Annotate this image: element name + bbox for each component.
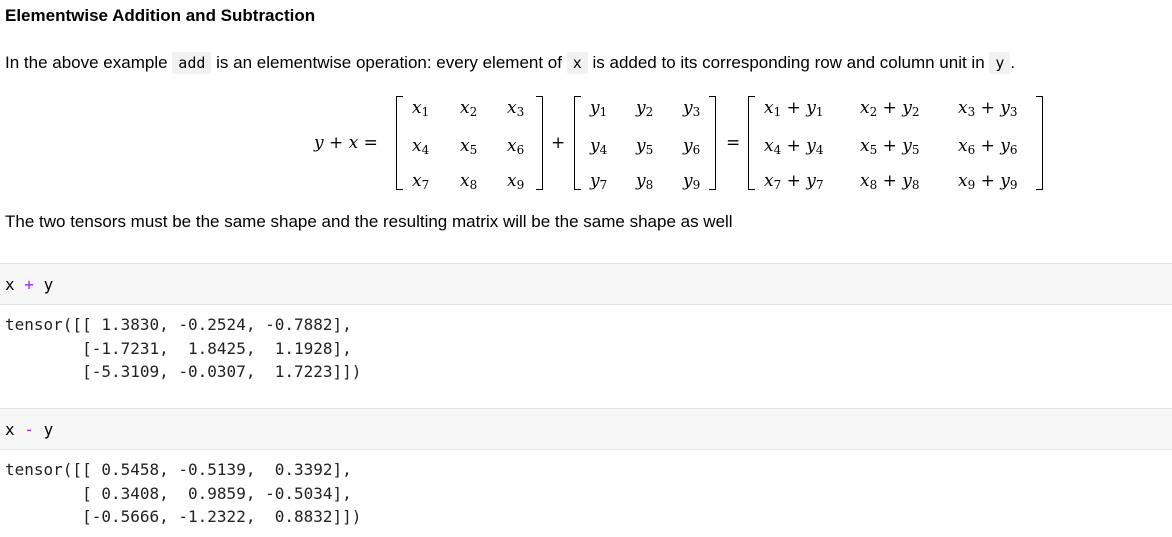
matrix-cell: y9: [683, 171, 701, 192]
matrix-cell: x4: [412, 136, 430, 157]
addition-equation: y + x = x1 x2 x3 x4 x5 x6 x7 x8 x9 + y1 …: [0, 92, 1172, 192]
matrix-cell: x4 + y4: [764, 136, 824, 157]
matrix-cell: y8: [636, 171, 654, 192]
sum-matrix-right-bracket: [1036, 96, 1043, 190]
code-operand-left: x: [5, 420, 15, 439]
output-line: tensor([[ 0.5458, -0.5139, 0.3392],: [5, 460, 352, 479]
matrix-cell: x7 + y7: [764, 171, 824, 192]
matrix-cell: x1 + y1: [764, 98, 824, 119]
output-line: [-5.3109, -0.0307, 1.7223]]): [5, 362, 362, 381]
matrix-cell: y7: [590, 171, 608, 192]
matrix-cell: x9 + y9: [958, 171, 1018, 192]
intro-text-before: In the above example: [5, 53, 168, 72]
code-cell-input-add[interactable]: x + y: [0, 263, 1172, 305]
equation-lhs: y + x =: [314, 133, 378, 153]
matrix-cell: y5: [636, 136, 654, 157]
matrix-cell: x8 + y8: [860, 171, 920, 192]
matrix-cell: x2 + y2: [860, 98, 920, 119]
sum-matrix-left-bracket: [748, 96, 755, 190]
code-cell-input-subtract[interactable]: x - y: [0, 408, 1172, 450]
matrix-cell: x6: [507, 136, 525, 157]
inline-code-x: x: [566, 52, 588, 74]
matrix-cell: x3: [507, 98, 525, 119]
matrix-cell: x7: [412, 171, 430, 192]
output-line: [ 0.3408, 0.9859, -0.5034],: [5, 483, 352, 503]
inline-code-y: y: [989, 52, 1011, 74]
section-heading: Elementwise Addition and Subtraction: [5, 6, 316, 25]
code-operand-right: y: [43, 275, 54, 294]
matrix-cell: y6: [683, 136, 701, 157]
code-operand-right: y: [43, 420, 54, 439]
matrix-cell: y3: [683, 98, 701, 119]
intro-text-after: is added to its corresponding row and co…: [592, 53, 985, 72]
matrix-cell: x5: [460, 136, 478, 157]
intro-paragraph: In the above example add is an elementwi…: [5, 52, 1016, 74]
code-operator: +: [24, 275, 34, 294]
matrix-cell: x8: [460, 171, 478, 192]
intro-text-end: .: [1010, 53, 1016, 72]
shape-note-paragraph: The two tensors must be the same shape a…: [5, 212, 733, 231]
code-operand-left: x: [5, 275, 15, 294]
matrix-cell: x3 + y3: [958, 98, 1018, 119]
matrix-cell: x2: [460, 98, 478, 119]
code-cell-output-subtract: tensor([[ 0.5458, -0.5139, 0.3392], [ 0.…: [5, 458, 361, 529]
equals-sign: =: [726, 133, 741, 153]
output-line: tensor([[ 1.3830, -0.2524, -0.7882],: [5, 315, 352, 334]
matrix-cell: x5 + y5: [860, 136, 920, 157]
plus-sign: +: [551, 133, 566, 153]
code-expression[interactable]: x - y: [5, 420, 53, 439]
output-line: [-1.7231, 1.8425, 1.1928],: [5, 338, 352, 358]
y-matrix-left-bracket: [574, 96, 581, 190]
matrix-cell: x6 + y6: [958, 136, 1018, 157]
code-expression[interactable]: x + y: [5, 275, 53, 294]
code-cell-output-add: tensor([[ 1.3830, -0.2524, -0.7882], [-1…: [5, 313, 361, 384]
x-matrix-left-bracket: [396, 96, 403, 190]
matrix-cell: x1: [412, 98, 430, 119]
matrix-cell: y4: [590, 136, 608, 157]
matrix-cell: y1: [590, 98, 608, 119]
code-operator: -: [24, 420, 34, 439]
x-matrix-right-bracket: [536, 96, 543, 190]
output-line: [-0.5666, -1.2322, 0.8832]]): [5, 507, 362, 526]
intro-text-middle: is an elementwise operation: every eleme…: [216, 53, 562, 72]
matrix-cell: x9: [507, 171, 525, 192]
y-matrix-right-bracket: [709, 96, 716, 190]
matrix-cell: y2: [636, 98, 654, 119]
inline-code-add: add: [172, 52, 212, 74]
